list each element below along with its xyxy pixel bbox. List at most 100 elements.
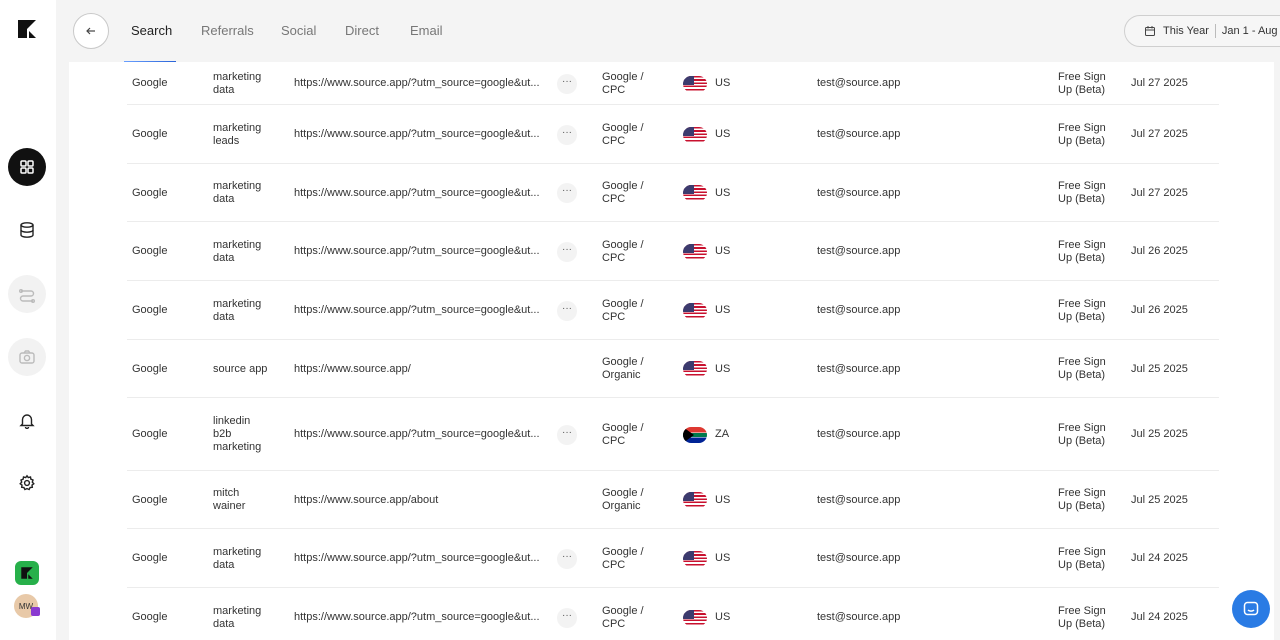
event-cell-line: Up (Beta): [1058, 310, 1106, 323]
table-row[interactable]: Google source app https://www.source.app/G…: [127, 340, 1219, 398]
camera-icon[interactable]: [8, 338, 46, 376]
event-cell-line: Up (Beta): [1058, 558, 1106, 571]
keyword-cell-line: source app: [213, 362, 268, 375]
source-cell: Google: [132, 128, 168, 140]
channel-cell-line: Google /: [602, 604, 644, 617]
keyword-cell-line: data: [213, 193, 235, 205]
workspace-badge[interactable]: [15, 561, 39, 585]
channel-cell: Google / CPC: [602, 605, 644, 631]
keyword-cell: marketing data: [213, 71, 261, 97]
table-row[interactable]: Google linkedin b2b marketing https://www.so…: [127, 398, 1219, 471]
event-cell: Free Sign Up (Beta): [1058, 298, 1106, 324]
chat-support-button[interactable]: [1232, 590, 1270, 628]
source-cell: Google: [132, 77, 168, 89]
url-cell[interactable]: https://www.source.app/?utm_source=googl…: [294, 128, 540, 141]
bell-icon[interactable]: [8, 401, 46, 439]
tab-direct[interactable]: Direct: [345, 23, 379, 38]
tab-email[interactable]: Email: [410, 23, 443, 38]
country-cell: ZA: [715, 428, 730, 440]
table-row[interactable]: Google marketing data https://www.source.ap…: [127, 62, 1219, 105]
tab-referrals[interactable]: Referrals: [201, 23, 254, 38]
channel-cell: Google / CPC: [602, 122, 644, 148]
source-cell: Google: [132, 552, 168, 564]
channel-cell-line: Organic: [602, 369, 641, 381]
event-cell: Free Sign Up (Beta): [1058, 487, 1106, 513]
event-cell-line: Up (Beta): [1058, 251, 1106, 264]
tab-search[interactable]: Search: [131, 23, 172, 38]
url-cell[interactable]: https://www.source.app/: [294, 363, 411, 376]
table-row[interactable]: Google mitch wainer https://www.source.app/…: [127, 471, 1219, 529]
event-cell: Free Sign Up (Beta): [1058, 422, 1106, 448]
more-button[interactable]: ···: [557, 300, 577, 321]
date-range-picker[interactable]: This Year Jan 1 - Aug 5: [1124, 15, 1280, 47]
url-cell[interactable]: https://www.source.app/?utm_source=googl…: [294, 428, 540, 441]
flag-us-icon: [683, 492, 707, 508]
url-cell[interactable]: https://www.source.app/?utm_source=googl…: [294, 187, 540, 200]
dashboard-icon[interactable]: [8, 148, 46, 186]
more-button[interactable]: ···: [557, 73, 577, 94]
url-cell[interactable]: https://www.source.app/?utm_source=googl…: [294, 245, 540, 258]
keyword-cell-line: marketing: [213, 121, 262, 134]
channel-cell-line: CPC: [602, 434, 626, 447]
table-row[interactable]: Google marketing data https://www.source.ap…: [127, 164, 1219, 222]
keyword-cell: linkedin b2b marketing: [213, 415, 261, 454]
table-row[interactable]: Google marketing data https://www.source.ap…: [127, 529, 1219, 588]
source-cell: Google: [132, 493, 168, 506]
keyword-cell-line: data: [213, 558, 235, 571]
event-cell: Free Sign Up (Beta): [1058, 356, 1106, 382]
event-cell-line: Free Sign: [1058, 180, 1106, 192]
country-cell: US: [715, 128, 731, 140]
channel-cell-line: CPC: [602, 193, 626, 205]
settings-icon[interactable]: [8, 464, 46, 502]
date-cell: Jul 24 2025: [1131, 552, 1188, 564]
source-cell: Google: [132, 611, 168, 623]
keyword-cell: marketing leads: [213, 122, 261, 148]
url-cell[interactable]: https://www.source.app/?utm_source=googl…: [294, 611, 540, 624]
table-row[interactable]: Google marketing data https://www.source.ap…: [127, 222, 1219, 281]
date-range-value: Jan 1 - Aug 5: [1221, 25, 1280, 37]
keyword-cell-line: marketing: [213, 604, 262, 617]
email-cell: test@source.app: [817, 77, 901, 89]
table-row[interactable]: Google marketing data https://www.source.ap…: [127, 588, 1219, 640]
channel-cell-line: Google /: [602, 70, 644, 83]
table-row[interactable]: Google marketing leads https://www.source.a…: [127, 105, 1219, 164]
date-separator: [1214, 24, 1216, 38]
keyword-cell: marketing data: [213, 298, 261, 324]
country-cell: US: [715, 245, 731, 257]
table-row[interactable]: Google marketing data https://www.source.ap…: [127, 281, 1219, 340]
channel-cell: Google / CPC: [602, 422, 644, 448]
url-cell[interactable]: https://www.source.app/about: [294, 494, 438, 507]
more-button[interactable]: ···: [557, 607, 577, 628]
email-cell: test@source.app: [817, 304, 901, 316]
tab-social[interactable]: Social: [281, 23, 316, 38]
country-cell: US: [715, 362, 731, 375]
event-cell: Free Sign Up (Beta): [1058, 71, 1106, 97]
url-cell[interactable]: https://www.source.app/?utm_source=googl…: [294, 552, 540, 565]
channel-cell-line: CPC: [602, 83, 626, 96]
keyword-cell-line: marketing: [213, 70, 262, 83]
more-button[interactable]: ···: [557, 424, 577, 445]
more-button[interactable]: ···: [557, 241, 577, 262]
channel-cell-line: Organic: [602, 500, 641, 512]
database-icon[interactable]: [8, 211, 46, 249]
date-cell: Jul 24 2025: [1131, 611, 1188, 623]
date-cell: Jul 26 2025: [1131, 245, 1188, 257]
channel-cell-line: Google /: [602, 487, 644, 499]
integrations-icon[interactable]: [8, 275, 46, 313]
country-cell: US: [715, 493, 731, 506]
channel-cell-line: Google /: [602, 421, 644, 434]
back-button[interactable]: [73, 13, 109, 49]
channel-cell-line: Google /: [602, 545, 644, 558]
keyword-cell-line: leads: [213, 134, 240, 147]
calendar-icon: [1145, 26, 1155, 36]
keyword-cell-line: data: [213, 310, 235, 323]
more-button[interactable]: ···: [557, 183, 577, 203]
url-cell[interactable]: https://www.source.app/?utm_source=googl…: [294, 304, 540, 317]
event-cell-line: Up (Beta): [1058, 134, 1106, 147]
url-cell[interactable]: https://www.source.app/?utm_source=googl…: [294, 77, 540, 90]
more-button[interactable]: ···: [557, 124, 577, 145]
app-logo-icon[interactable]: [16, 18, 38, 40]
more-button[interactable]: ···: [557, 548, 577, 569]
keyword-cell-line: b2b: [213, 428, 232, 440]
date-cell: Jul 26 2025: [1131, 304, 1188, 316]
